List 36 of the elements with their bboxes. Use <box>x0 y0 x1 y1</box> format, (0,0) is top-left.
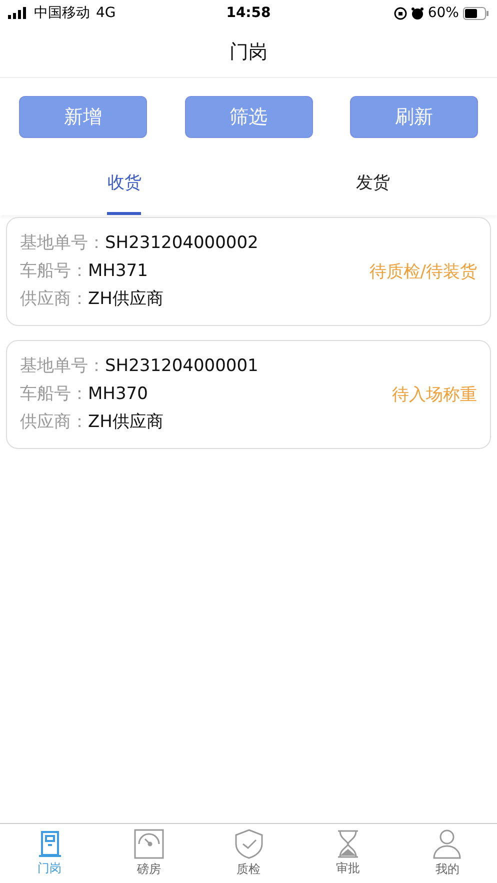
person-icon <box>433 829 462 859</box>
status-text: 待质检/待装货 <box>369 261 477 283</box>
battery-icon <box>462 6 489 20</box>
network-type: 4G <box>96 5 116 21</box>
rotation-lock-icon <box>394 6 407 20</box>
gate-icon <box>36 830 63 858</box>
field-label: 供应商： <box>20 411 88 434</box>
record-card[interactable]: 基地单号：SH231204000001 车船号：MH370 供应商：ZH供应商 待入场称重 <box>6 340 491 449</box>
hourglass-icon <box>336 830 359 858</box>
field-value: SH231204000002 <box>105 232 258 255</box>
field-value: ZH供应商 <box>88 288 164 311</box>
tab[interactable]: 发货 <box>356 165 390 215</box>
record-card[interactable]: 基地单号：SH231204000002 车船号：MH371 供应商：ZH供应商 待质检/待装货 <box>6 217 491 326</box>
field-label: 基地单号： <box>20 355 105 378</box>
tab-bar-item[interactable]: 我的 <box>398 824 497 883</box>
field-value: SH231204000001 <box>105 355 258 378</box>
tab-bar-item[interactable]: 审批 <box>298 824 398 883</box>
tab-bar-item[interactable]: 门岗 <box>0 824 100 883</box>
alarm-icon <box>410 6 424 20</box>
field-label: 车船号： <box>20 383 88 406</box>
signal-icon <box>8 7 28 19</box>
tab-bar-item[interactable]: 质检 <box>198 824 298 883</box>
clock-time: 14:58 <box>226 5 271 21</box>
page-title: 门岗 <box>230 40 268 64</box>
field-value: MH370 <box>88 383 148 406</box>
carrier-name: 中国移动 <box>34 4 90 22</box>
tab-bar-item[interactable]: 磅房 <box>99 824 199 883</box>
shield-check-icon <box>234 829 263 859</box>
field-label: 供应商： <box>20 288 88 311</box>
gauge-icon <box>134 829 164 859</box>
field-value: MH371 <box>88 260 148 283</box>
field-label: 车船号： <box>20 260 88 283</box>
field-label: 基地单号： <box>20 232 105 255</box>
field-value: ZH供应商 <box>88 411 164 434</box>
battery-percent: 60% <box>428 5 459 21</box>
status-text: 待入场称重 <box>392 384 477 406</box>
